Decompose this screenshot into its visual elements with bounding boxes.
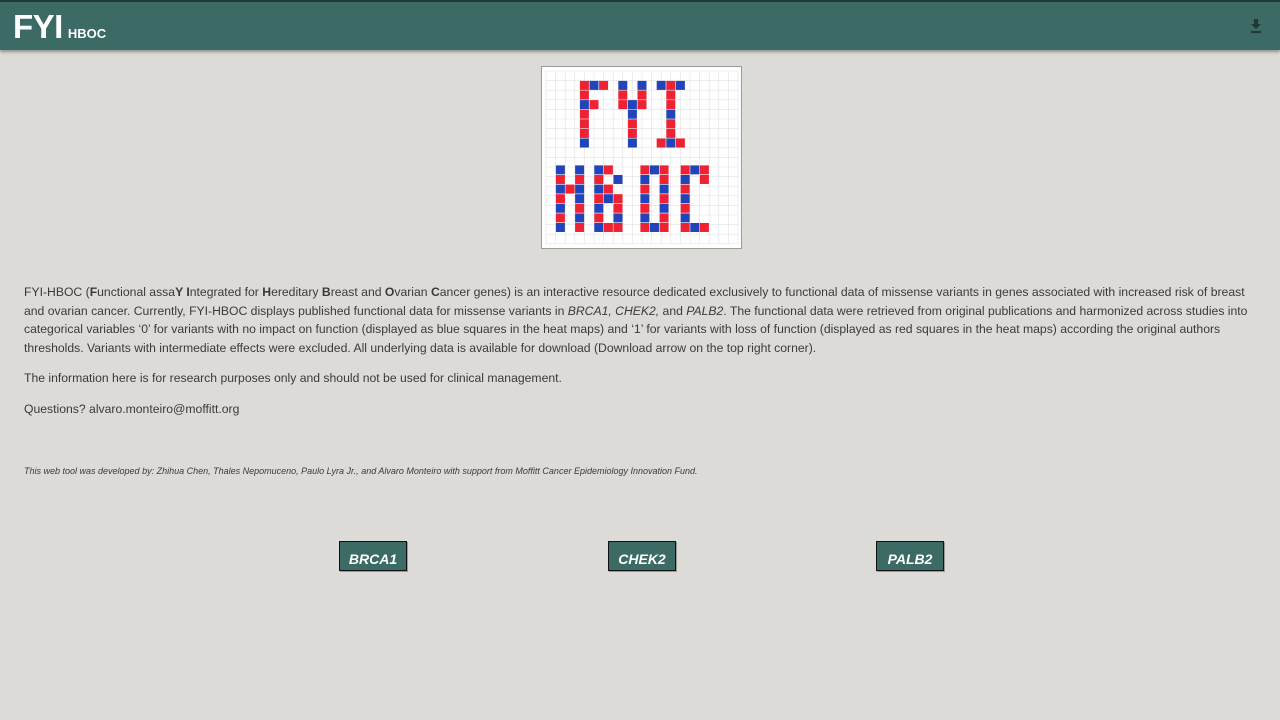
fyi-hboc-logo xyxy=(541,66,742,249)
contact-text: Questions? alvaro.monteiro@moffitt.org xyxy=(24,401,240,416)
main-content: FYI-HBOC (Functional assaY Integrated fo… xyxy=(24,283,1249,478)
disclaimer-text: The information here is for research pur… xyxy=(24,371,562,385)
chek2-button[interactable]: CHEK2 xyxy=(608,541,676,571)
download-icon[interactable] xyxy=(1250,19,1262,33)
credit-text: This web tool was developed by: Zhihua C… xyxy=(24,466,698,476)
brand-subtitle: HBOC xyxy=(67,26,107,41)
brand-title: FYI xyxy=(13,8,63,45)
intro-paragraph: FYI-HBOC (Functional assaY Integrated fo… xyxy=(24,285,1248,355)
palb2-button[interactable]: PALB2 xyxy=(876,541,944,571)
brca1-button[interactable]: BRCA1 xyxy=(339,541,407,571)
top-app-bar: FYI HBOC xyxy=(0,0,1280,50)
logo-pixel-grid xyxy=(545,70,739,245)
app-brand: FYI HBOC xyxy=(13,8,106,46)
